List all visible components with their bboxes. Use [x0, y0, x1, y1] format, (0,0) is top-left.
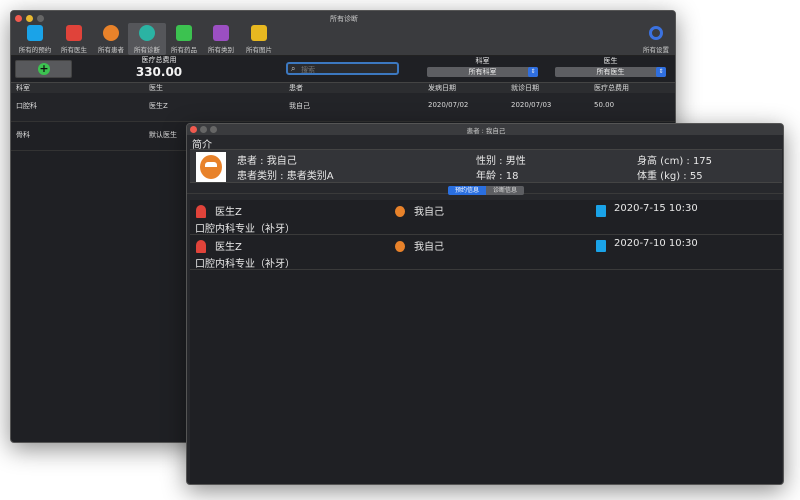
add-button[interactable]: +: [15, 60, 72, 78]
patient-icon: [200, 155, 222, 179]
search-input[interactable]: ⌕ 搜索: [286, 62, 399, 75]
category-icon: [213, 25, 229, 41]
fee-value: 330.00: [135, 65, 183, 79]
dept-label: 科室: [475, 57, 490, 65]
toolbar-label: 所有诊断: [134, 46, 160, 54]
table-cell: 口腔科: [16, 102, 37, 110]
appointment-patient: 我自己: [414, 207, 444, 218]
settings-button[interactable]: 所有设置: [641, 25, 671, 55]
table-header: [11, 82, 675, 93]
fee-label: 医疗总费用: [141, 56, 177, 64]
doctor-value: 所有医生: [596, 68, 625, 76]
table-cell: 骨科: [16, 131, 30, 139]
search-placeholder: 搜索: [301, 66, 315, 74]
pill-icon: [176, 25, 192, 41]
patient-icon: [103, 25, 119, 41]
tab-appointments[interactable]: 预约信息: [448, 186, 486, 195]
doctor-icon: [196, 240, 206, 253]
toolbar-item-0[interactable]: 所有的预约: [16, 23, 54, 55]
appointment-patient: 我自己: [414, 242, 444, 253]
appointment-datetime: 2020-7-15 10:30: [614, 203, 698, 214]
info-field: 身高 (cm) : 175: [637, 156, 713, 167]
info-field: 年龄 : 18: [476, 171, 519, 182]
doctor-icon: [196, 205, 206, 218]
toolbar-label: 所有药品: [171, 46, 197, 54]
image-icon: [251, 25, 267, 41]
doctor-icon: [66, 25, 82, 41]
plus-icon: +: [38, 62, 50, 75]
clipboard-clock-icon: [27, 25, 43, 41]
patient-window: 患者 : 我自己 简介 患者 : 我自己 性别 : 男性 身高 (cm) : 175…: [186, 123, 784, 485]
search-icon: ⌕: [291, 64, 296, 73]
table-cell: 50.00: [594, 101, 615, 109]
toolbar-item-4[interactable]: 所有药品: [165, 23, 203, 55]
column-header[interactable]: 医疗总费用: [594, 83, 629, 93]
patient-icon: [395, 206, 405, 217]
table-cell: 2020/07/03: [511, 101, 552, 109]
toolbar-label: 所有类别: [208, 46, 234, 54]
updown-icon: ⇕: [528, 67, 538, 77]
clipboard-clock-icon: [596, 240, 606, 252]
appointment-datetime: 2020-7-10 10:30: [614, 238, 698, 249]
doctor-label: 医生: [603, 57, 618, 65]
table-cell: 2020/07/02: [428, 101, 469, 109]
clipboard-clock-icon: [596, 205, 606, 217]
tab-diagnoses[interactable]: 诊断信息: [486, 186, 524, 195]
updown-icon: ⇕: [656, 67, 666, 77]
toolbar-label: 所有患者: [98, 46, 124, 54]
appointment-description: 口腔内科专业（补牙）: [195, 224, 295, 235]
column-header[interactable]: 患者: [289, 83, 303, 93]
window-title: 患者 : 我自己: [466, 127, 506, 135]
toolbar-item-1[interactable]: 所有医生: [55, 23, 93, 55]
doctor-select[interactable]: 所有医生 ⇕: [555, 67, 666, 77]
column-header[interactable]: 医生: [149, 83, 163, 93]
toolbar-item-3[interactable]: 所有诊断: [128, 23, 166, 55]
column-header[interactable]: 科室: [16, 83, 30, 93]
table-cell: 默认医生: [149, 131, 177, 139]
stethoscope-icon: [139, 25, 155, 41]
settings-label: 所有设置: [643, 46, 669, 54]
toolbar-label: 所有的预约: [18, 46, 52, 54]
table-cell: 医生Z: [149, 102, 168, 110]
toolbar-label: 所有图片: [246, 46, 272, 54]
patient-avatar: [196, 152, 226, 182]
dept-select[interactable]: 所有科室 ⇕: [427, 67, 538, 77]
table-row[interactable]: [11, 93, 675, 122]
column-header[interactable]: 发病日期: [428, 83, 456, 93]
info-field: 患者 : 我自己: [237, 156, 297, 167]
appointment-description: 口腔内科专业（补牙）: [195, 259, 295, 270]
toolbar-label: 所有医生: [61, 46, 87, 54]
appointment-doctor: 医生Z: [215, 207, 242, 218]
toolbar-item-6[interactable]: 所有图片: [240, 23, 278, 55]
dept-value: 所有科室: [468, 68, 497, 76]
table-cell: 我自己: [289, 102, 310, 110]
patient-icon: [395, 241, 405, 252]
info-field: 性别 : 男性: [476, 156, 526, 167]
column-header[interactable]: 就诊日期: [511, 83, 539, 93]
info-field: 患者类别 : 患者类别A: [237, 171, 334, 182]
gear-icon: [649, 26, 663, 40]
toolbar-item-5[interactable]: 所有类别: [202, 23, 240, 55]
info-field: 体重 (kg) : 55: [637, 171, 703, 182]
appointment-doctor: 医生Z: [215, 242, 242, 253]
toolbar-item-2[interactable]: 所有患者: [92, 23, 130, 55]
